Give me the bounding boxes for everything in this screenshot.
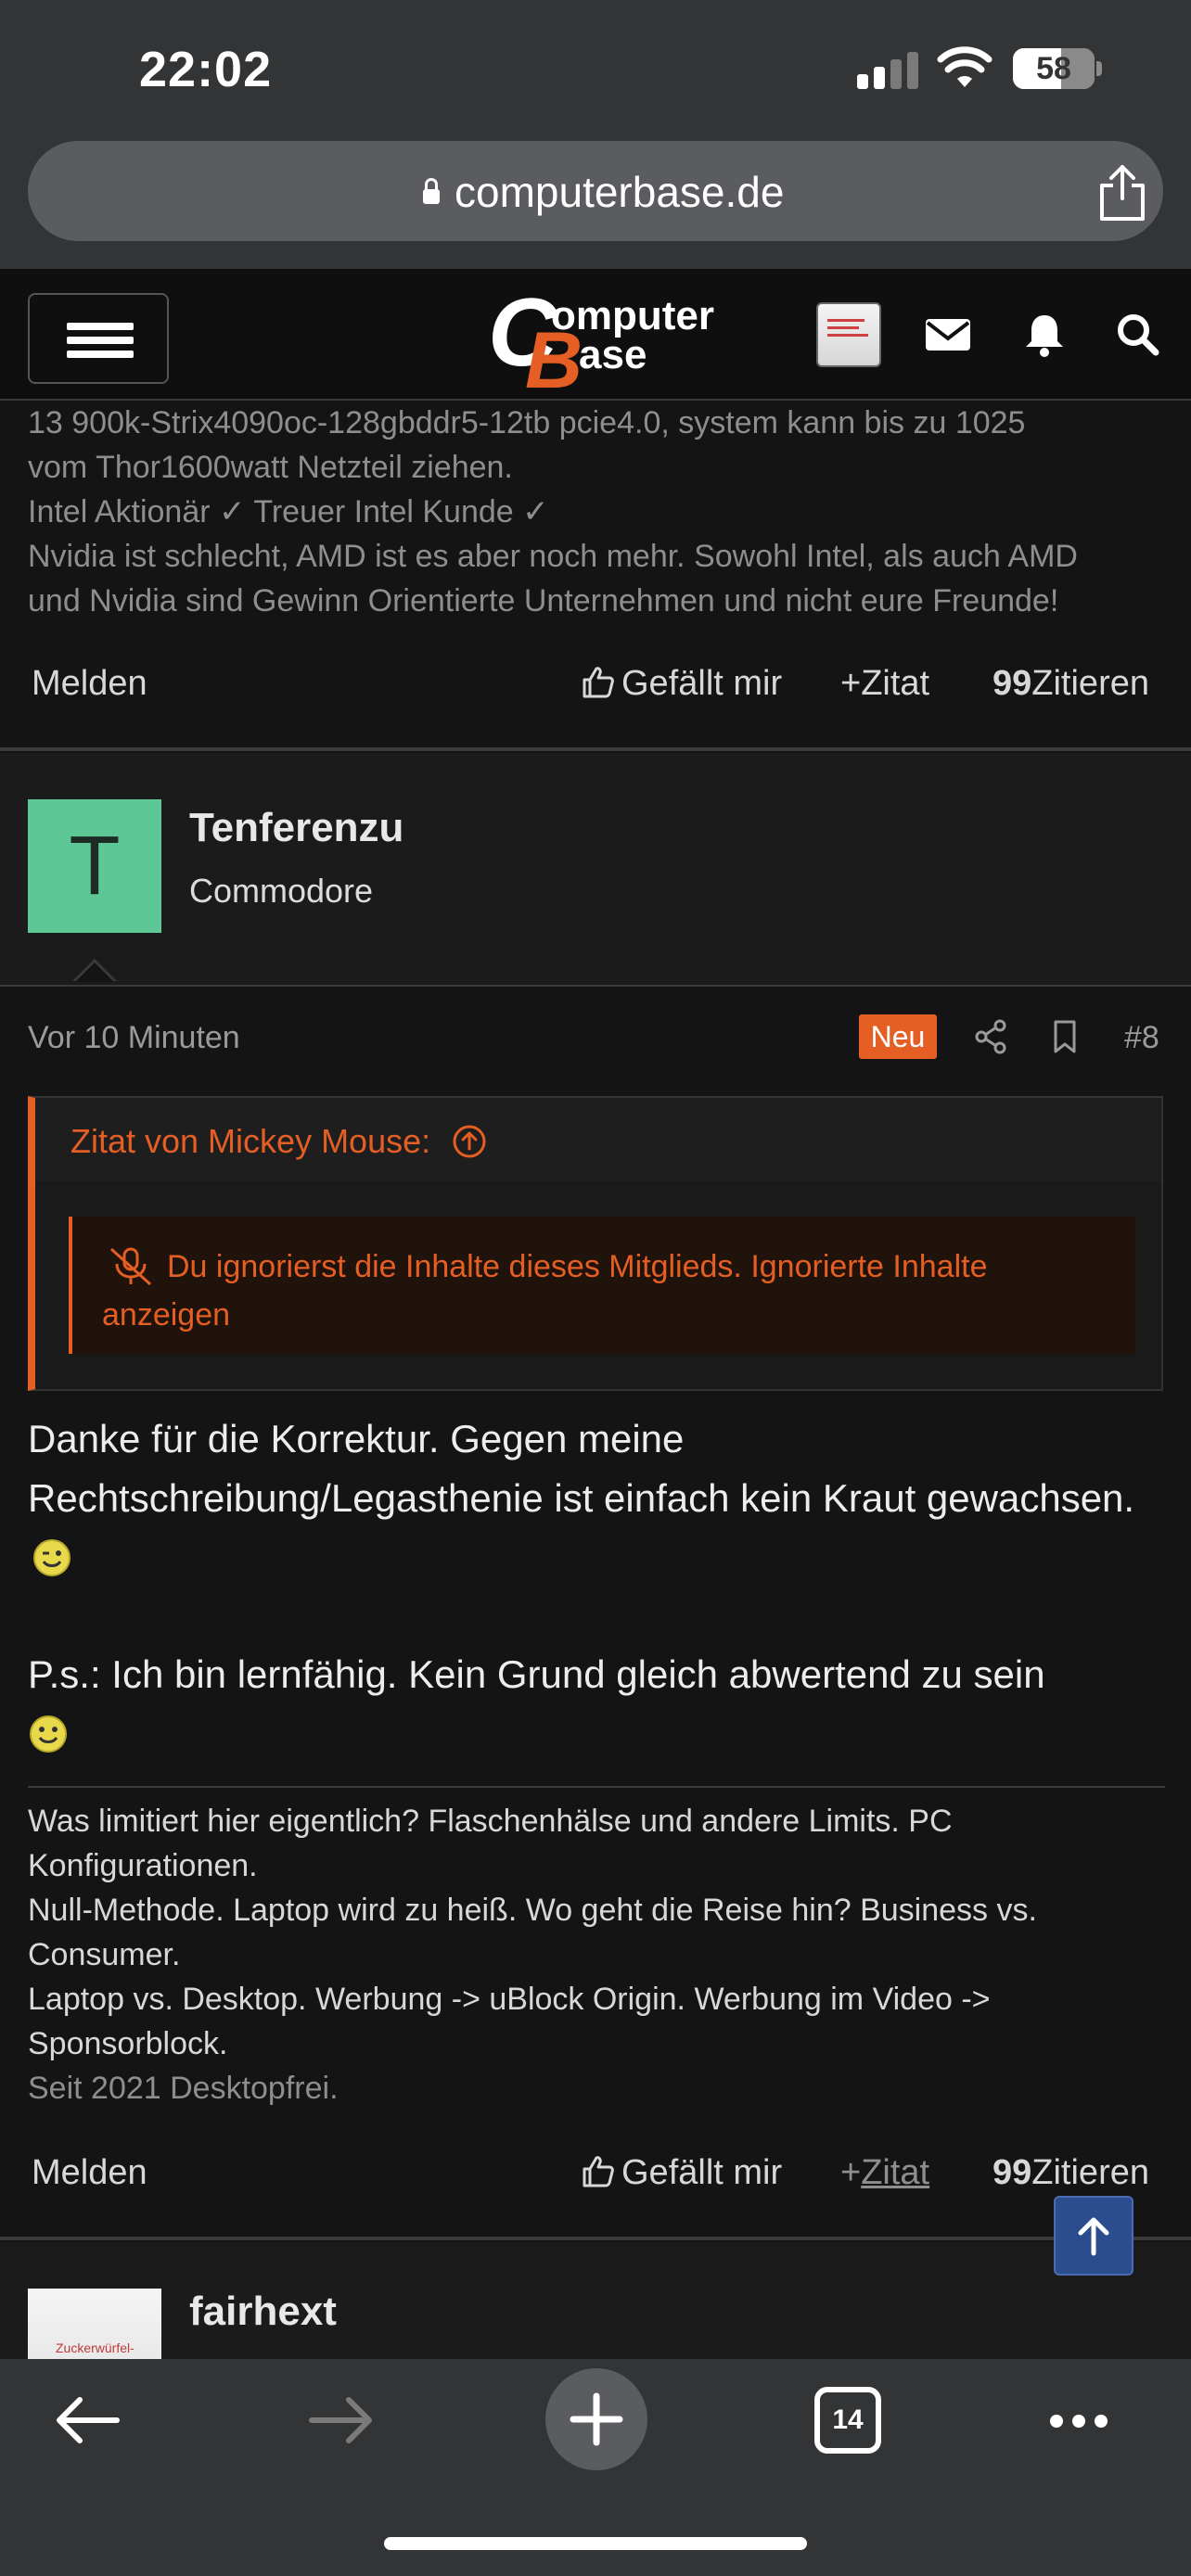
wink-emoji-icon <box>33 1539 70 1576</box>
next-post-author-block: Zuckerwürfel- fairhext <box>0 2242 1191 2363</box>
arrow-up-circle-icon[interactable] <box>451 1123 488 1160</box>
user-avatar[interactable] <box>816 302 881 367</box>
address-bar[interactable]: computerbase.de <box>28 141 1163 241</box>
home-indicator <box>384 2537 807 2550</box>
quote-reply-button[interactable]: 99Zitieren <box>992 664 1149 704</box>
post-author-block: T Tenferenzu Commodore <box>0 753 1191 985</box>
like-button[interactable]: Gefällt mir <box>581 2153 782 2193</box>
forward-arrow-icon[interactable] <box>306 2392 377 2448</box>
add-quote-button[interactable]: +Zitat <box>840 2153 929 2193</box>
status-bar: 22:02 58 <box>0 0 1191 139</box>
quote-marks-icon: 99 <box>992 664 1032 703</box>
battery-level: 58 <box>1036 51 1071 86</box>
previous-post-signature: 13 900k-Strix4090oc-128gbddr5-12tb pcie4… <box>28 405 1078 618</box>
quote-header: Zitat von Mickey Mouse: <box>35 1098 1161 1181</box>
quote-author-link[interactable]: Zitat von Mickey Mouse: <box>70 1122 488 1161</box>
search-icon[interactable] <box>1113 312 1165 358</box>
post-divider <box>0 747 1191 751</box>
status-time: 22:02 <box>139 42 273 97</box>
new-badge: Neu <box>859 1014 937 1059</box>
bookmark-icon[interactable] <box>1046 1018 1083 1055</box>
wifi-icon <box>937 46 992 87</box>
hamburger-icon <box>67 323 134 330</box>
site-header: C omputer B ase <box>0 269 1191 405</box>
tabs-button[interactable]: 14 <box>814 2387 881 2454</box>
plus-icon: + <box>840 2153 862 2192</box>
author-avatar[interactable]: T <box>28 799 161 933</box>
post-signature: Was limitiert hier eigentlich? Flaschenh… <box>28 1804 1037 2106</box>
report-button[interactable]: Melden <box>32 2153 147 2193</box>
share-icon[interactable] <box>1095 163 1150 223</box>
author-title: Commodore <box>189 872 374 910</box>
cellular-signal-icon <box>857 52 918 89</box>
quote-marks-icon: 99 <box>992 2153 1032 2192</box>
post-divider <box>0 2237 1191 2240</box>
report-button[interactable]: Melden <box>32 664 147 704</box>
new-tab-button[interactable] <box>545 2368 647 2470</box>
post-number[interactable]: #8 <box>1124 1020 1159 1056</box>
plus-icon <box>570 2392 623 2446</box>
smile-emoji-icon <box>30 1715 67 1753</box>
bell-icon[interactable] <box>1018 312 1070 358</box>
more-options-icon[interactable] <box>1050 2415 1117 2432</box>
arrow-up-icon <box>1078 2217 1109 2256</box>
battery-icon: 58 <box>1013 48 1102 89</box>
previous-post-actions: Melden Gefällt mir +Zitat 99Zitieren <box>0 649 1191 723</box>
menu-button[interactable] <box>28 293 169 384</box>
next-author-avatar[interactable]: Zuckerwürfel- <box>28 2289 161 2363</box>
post-meta: Vor 10 Minuten Neu #8 <box>0 985 1191 1087</box>
thumbs-up-icon <box>583 2156 614 2187</box>
quote-block: Zitat von Mickey Mouse: Du ignorierst di… <box>28 1096 1163 1391</box>
plus-icon: + <box>840 664 862 703</box>
site-logo[interactable]: C omputer B ase <box>488 279 714 405</box>
quote-reply-button[interactable]: 99Zitieren <box>992 2153 1149 2193</box>
share-icon[interactable] <box>972 1018 1009 1055</box>
post-timestamp[interactable]: Vor 10 Minuten <box>28 1020 240 1056</box>
thumbs-up-icon <box>583 667 614 698</box>
next-author-username[interactable]: fairhext <box>189 2289 337 2335</box>
like-button[interactable]: Gefällt mir <box>581 664 782 704</box>
add-quote-button[interactable]: +Zitat <box>840 664 929 704</box>
lock-icon <box>423 178 440 204</box>
signature-divider <box>28 1786 1165 1788</box>
browser-url-area: computerbase.de <box>0 139 1191 269</box>
mail-icon[interactable] <box>922 312 974 358</box>
url-text: computerbase.de <box>455 168 785 216</box>
author-username[interactable]: Tenferenzu <box>189 805 403 851</box>
back-arrow-icon[interactable] <box>52 2392 122 2448</box>
ignored-content-notice: Du ignorierst die Inhalte dieses Mitglie… <box>69 1217 1135 1354</box>
microphone-off-icon <box>109 1247 152 1286</box>
post-actions: Melden Gefällt mir +Zitat 99Zitieren <box>0 2138 1191 2213</box>
post-content: Danke für die Korrektur. Gegen meine Rec… <box>28 1409 1169 1764</box>
scroll-to-top-button[interactable] <box>1054 2196 1133 2276</box>
